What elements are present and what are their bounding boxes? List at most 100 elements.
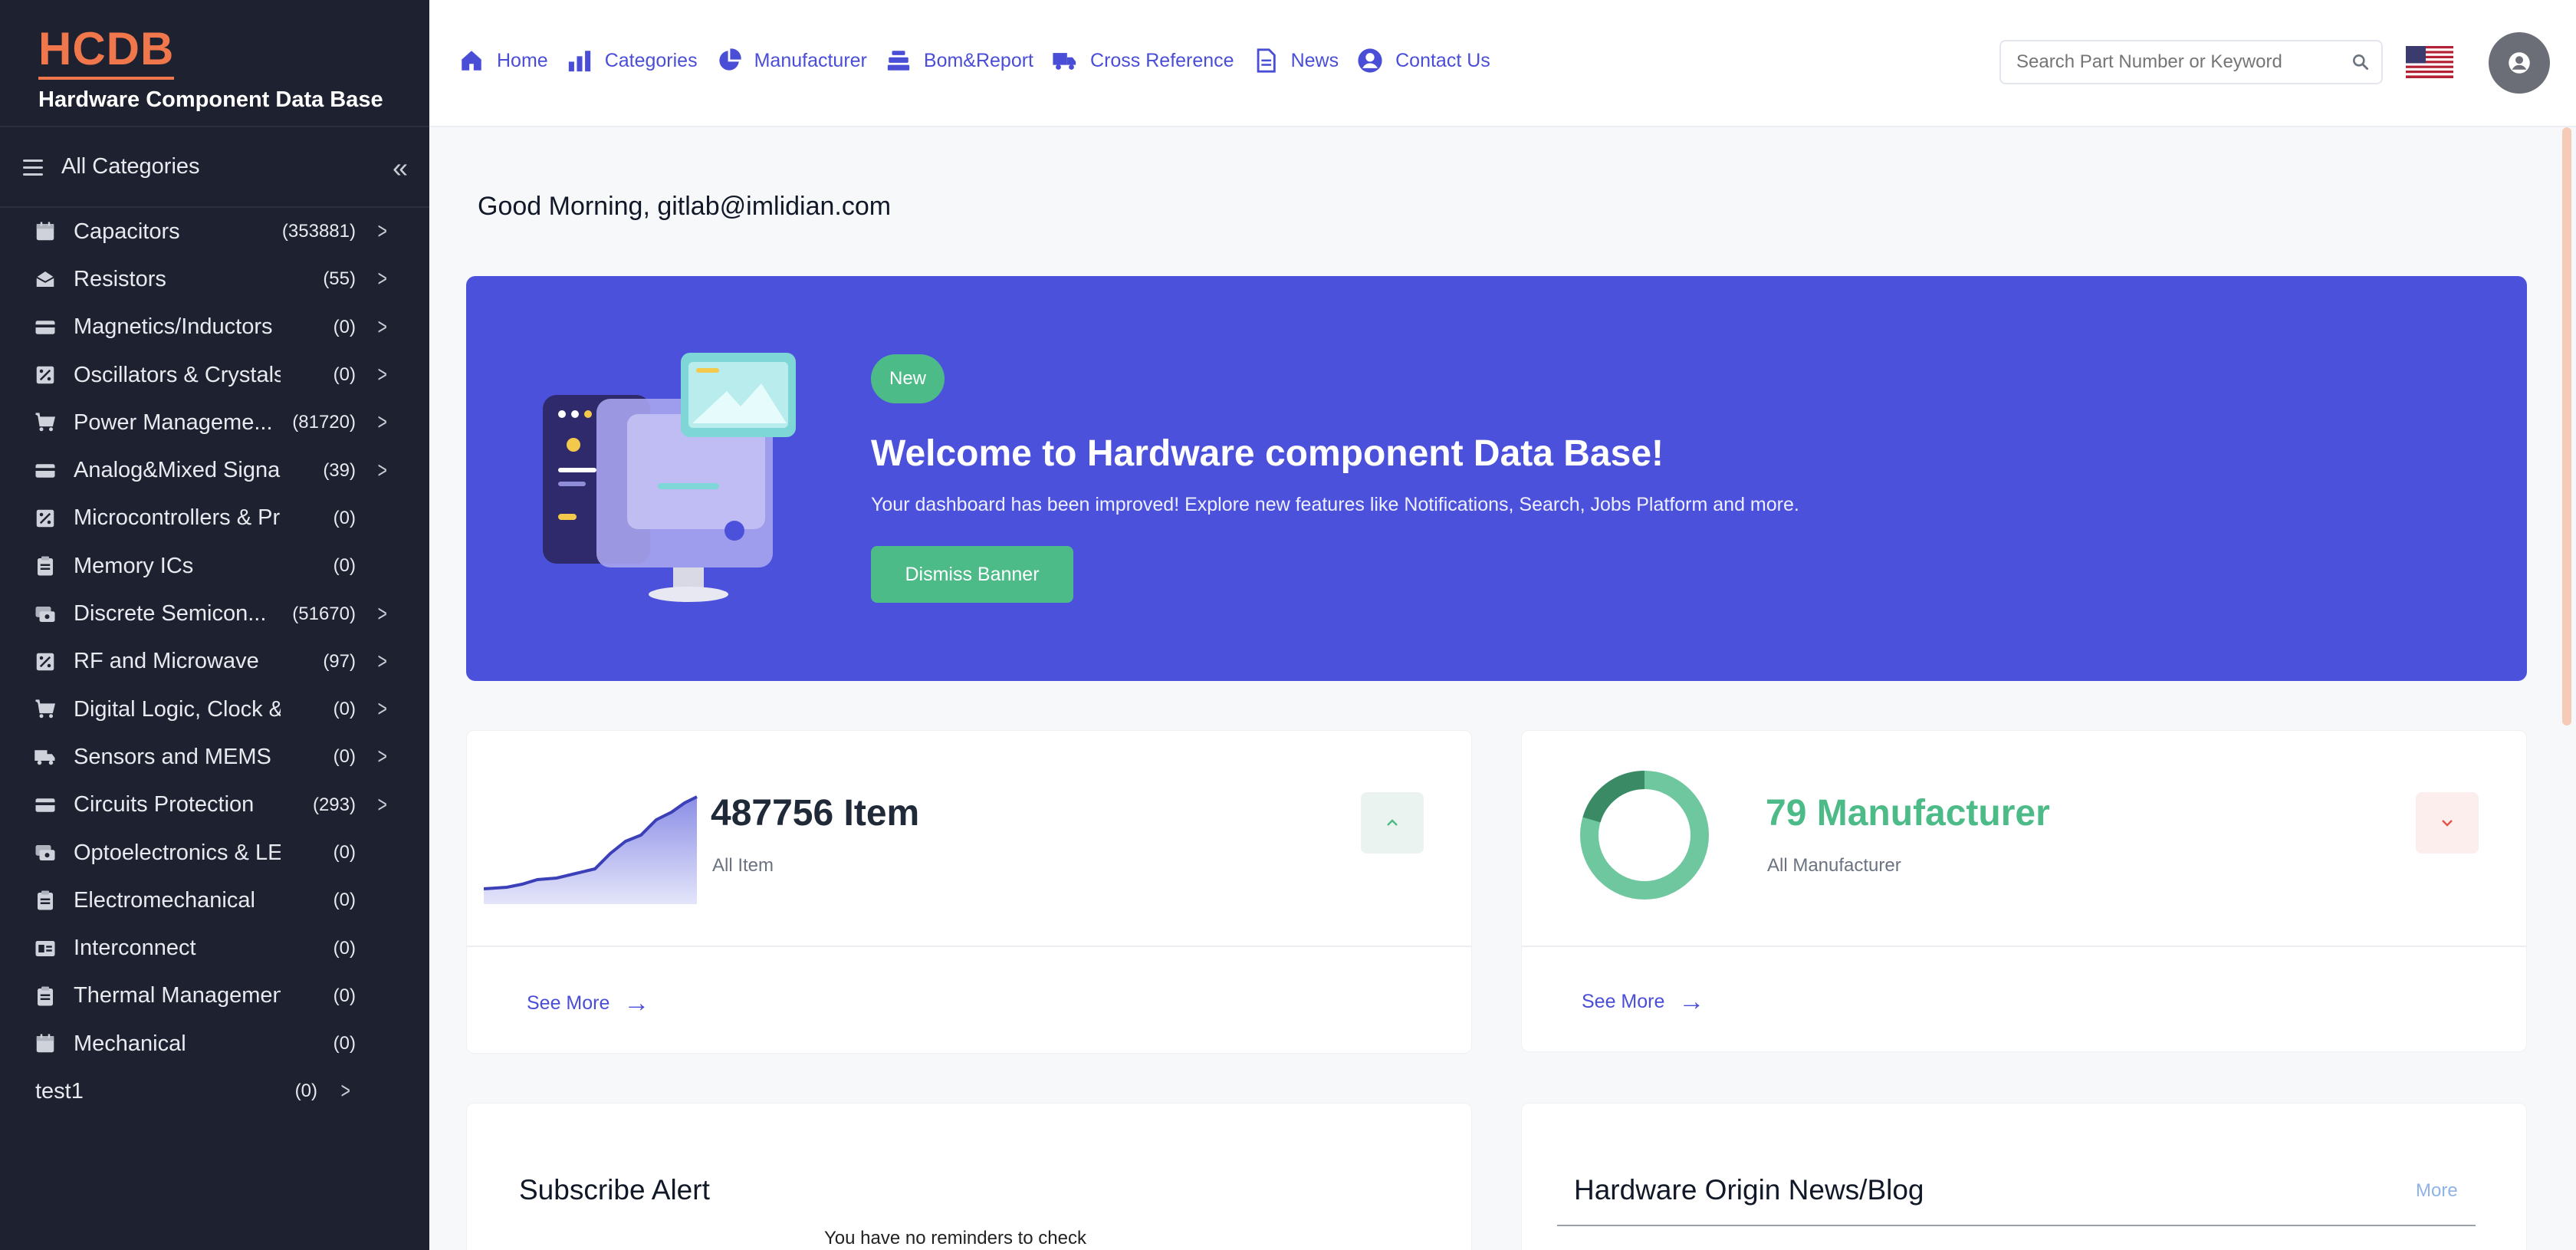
percent-square-icon — [32, 649, 58, 675]
sidebar-category-item[interactable]: Interconnect (0) — [0, 924, 429, 972]
sidebar-category-item[interactable]: Memory ICs (0) — [0, 542, 429, 590]
nav-item-home[interactable]: Home — [457, 46, 548, 75]
sidebar-category-item[interactable]: RF and Microwave (97) > — [0, 638, 429, 686]
category-label: Resistors — [74, 266, 166, 291]
nav-item-bom-report[interactable]: Bom&Report — [884, 46, 1033, 75]
sidebar-category-item[interactable]: test1 (0) > — [0, 1067, 429, 1115]
nav-item-label: Contact Us — [1395, 49, 1490, 71]
divider — [1522, 946, 2526, 947]
chevron-right-icon[interactable]: > — [378, 314, 387, 340]
truck-icon — [32, 744, 58, 770]
category-label: Interconnect — [74, 936, 196, 961]
category-label: Thermal Management — [74, 983, 281, 1008]
sidebar: HCDB Hardware Component Data Base All Ca… — [0, 0, 429, 1250]
brand: HCDB Hardware Component Data Base — [0, 0, 429, 127]
nav-item-label: Bom&Report — [923, 49, 1034, 71]
subscribe-alert-title: Subscribe Alert — [519, 1174, 710, 1206]
sidebar-category-item[interactable]: Microcontrollers & Pr... (0) — [0, 495, 429, 542]
computer-illustration — [535, 353, 811, 606]
manufacturer-count: 79 Manufacturer — [1766, 793, 2050, 834]
sidebar-category-item[interactable]: Circuits Protection (293) > — [0, 781, 429, 829]
category-count: (81720) — [292, 412, 356, 433]
category-list: Capacitors (353881) > Resistors (55) > Magneti… — [0, 208, 429, 1116]
page-scrollbar[interactable] — [2562, 127, 2571, 725]
collapse-sidebar-icon[interactable]: « — [393, 152, 408, 184]
category-label: RF and Microwave — [74, 649, 259, 674]
all-categories-header[interactable]: All Categories « — [0, 127, 429, 208]
chevron-right-icon[interactable]: > — [378, 792, 387, 818]
all-categories-label: All Categories — [61, 154, 200, 179]
sidebar-category-item[interactable]: Electromechanical (0) — [0, 877, 429, 924]
sidebar-category-item[interactable]: Oscillators & Crystals (0) > — [0, 351, 429, 399]
category-count: (0) — [333, 1033, 356, 1054]
chevron-right-icon[interactable]: > — [378, 410, 387, 436]
category-count: (51670) — [292, 603, 356, 624]
nav-item-categories[interactable]: Categories — [565, 46, 698, 75]
id-card-icon — [32, 936, 58, 962]
new-badge: New — [871, 354, 945, 403]
category-label: Sensors and MEMS — [74, 744, 271, 769]
us-flag-icon[interactable] — [2406, 46, 2453, 78]
arrow-right-icon: → — [1678, 987, 1705, 1016]
sidebar-category-item[interactable]: Sensors and MEMS (0) > — [0, 733, 429, 781]
sidebar-category-item[interactable]: Discrete Semicon... (51670) > — [0, 590, 429, 637]
sidebar-category-item[interactable]: Magnetics/Inductors (0) > — [0, 304, 429, 351]
search-icon[interactable] — [2351, 52, 2371, 76]
calendar-icon — [32, 219, 58, 245]
items-label: All Item — [712, 855, 774, 876]
sidebar-category-item[interactable]: Capacitors (353881) > — [0, 208, 429, 255]
clipboard-icon — [32, 887, 58, 913]
dismiss-banner-button[interactable]: Dismiss Banner — [871, 546, 1073, 603]
nav-item-manufacturer[interactable]: Manufacturer — [715, 46, 867, 75]
brand-subtitle: Hardware Component Data Base — [38, 87, 383, 112]
news-blog-title: Hardware Origin News/Blog — [1574, 1174, 1924, 1206]
sidebar-category-item[interactable]: Digital Logic, Clock & ... (0) > — [0, 686, 429, 733]
chevron-right-icon[interactable]: > — [341, 1078, 350, 1104]
sidebar-category-item[interactable]: Analog&Mixed Signa... (39) > — [0, 446, 429, 494]
items-sparkline — [483, 789, 698, 908]
nav-item-news[interactable]: News — [1251, 46, 1339, 75]
items-see-more-link[interactable]: See More → — [527, 988, 649, 1018]
category-label: Circuits Protection — [74, 792, 255, 817]
chevron-up-icon[interactable] — [1361, 792, 1424, 854]
divider — [1557, 1225, 2476, 1226]
sidebar-category-item[interactable]: Resistors (55) > — [0, 255, 429, 303]
nav-item-cross-reference[interactable]: Cross Reference — [1050, 46, 1234, 75]
chevron-right-icon[interactable]: > — [378, 266, 387, 292]
credit-card-icon — [32, 314, 58, 340]
user-avatar-icon[interactable] — [2489, 32, 2550, 94]
banner-headline: Welcome to Hardware component Data Base! — [871, 433, 1664, 474]
manufacturer-donut-chart — [1579, 769, 1710, 905]
nav-item-contact-us[interactable]: Contact Us — [1355, 46, 1490, 75]
sidebar-category-item[interactable]: Mechanical (0) — [0, 1020, 429, 1067]
category-label: Microcontrollers & Pr... — [74, 505, 281, 531]
chevron-right-icon[interactable]: > — [378, 362, 387, 388]
category-count: (0) — [333, 555, 356, 577]
logo[interactable]: HCDB — [38, 21, 175, 80]
sidebar-category-item[interactable]: Power Manageme... (81720) > — [0, 399, 429, 446]
chevron-right-icon[interactable]: > — [378, 601, 387, 627]
cart-icon — [32, 410, 58, 436]
cards-icon — [32, 601, 58, 627]
chevron-down-icon[interactable] — [2416, 792, 2479, 854]
chevron-right-icon[interactable]: > — [378, 696, 387, 722]
category-count: (293) — [312, 794, 356, 815]
category-count: (39) — [323, 459, 356, 481]
manufacturer-stat-card: 79 Manufacturer All Manufacturer See Mor… — [1521, 730, 2527, 1052]
chevron-right-icon[interactable]: > — [378, 744, 387, 770]
search-input[interactable] — [2016, 51, 2338, 73]
chevron-right-icon[interactable]: > — [378, 458, 387, 484]
category-count: (97) — [323, 650, 356, 672]
chevron-right-icon[interactable]: > — [378, 219, 387, 245]
news-more-link[interactable]: More — [2416, 1180, 2458, 1202]
nav-item-label: Categories — [604, 49, 698, 71]
chevron-right-icon[interactable]: > — [378, 649, 387, 675]
category-count: (0) — [333, 842, 356, 863]
sidebar-category-item[interactable]: Thermal Management (0) — [0, 972, 429, 1020]
items-count: 487756 Item — [711, 793, 920, 834]
category-label: Optoelectronics & LEDs — [74, 840, 281, 865]
clipboard-icon — [32, 983, 58, 1009]
manufacturer-see-more-link[interactable]: See More → — [1582, 987, 1704, 1017]
sidebar-category-item[interactable]: Optoelectronics & LEDs (0) — [0, 829, 429, 877]
search-box[interactable] — [1999, 40, 2383, 84]
